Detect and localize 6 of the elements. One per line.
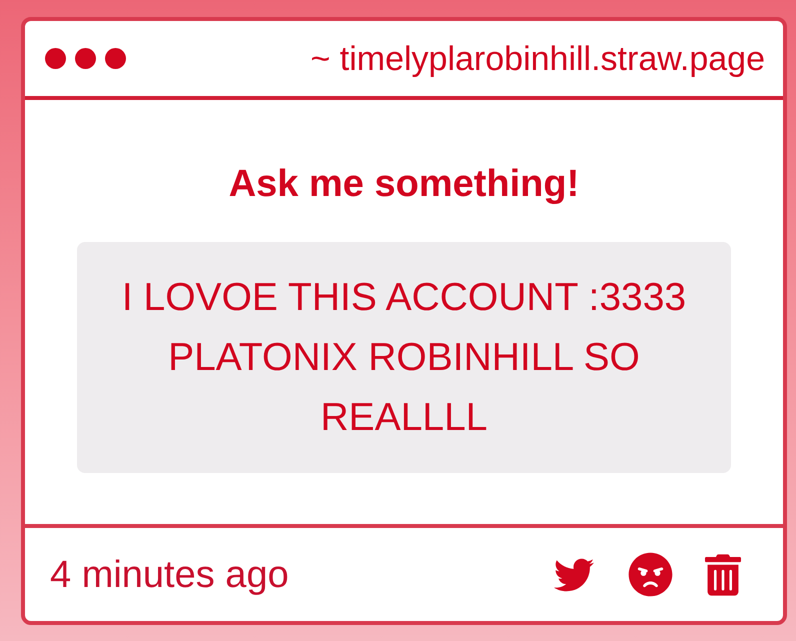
page-address: ~ timelyplarobinhill.straw.page [310,42,765,76]
prompt-title: Ask me something! [228,162,580,206]
angry-face-icon[interactable] [628,552,673,597]
message-text: I LOVOE THIS ACCOUNT :3333 PLATONIX ROBINHILL SO REALLLL [120,274,688,440]
trash-icon[interactable] [705,554,741,596]
timestamp: 4 minutes ago [50,556,289,594]
